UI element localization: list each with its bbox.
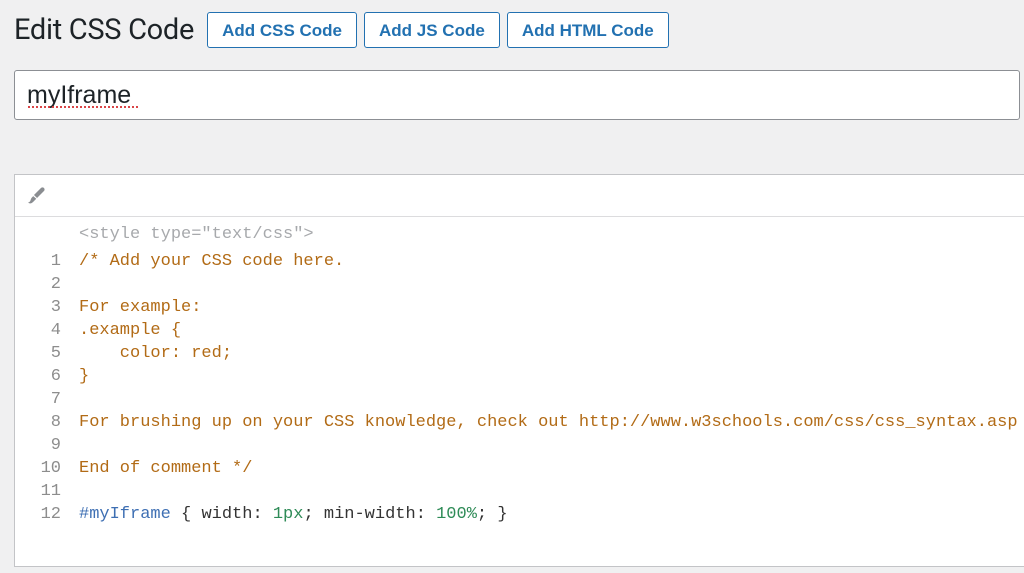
code-semicolon: ; — [477, 505, 497, 524]
code-comment: For brushing up on your CSS knowledge, c… — [79, 413, 1018, 432]
code-comment: } — [79, 367, 89, 386]
code-line: 9 — [15, 434, 1024, 457]
header-row: Edit CSS Code Add CSS Code Add JS Code A… — [14, 12, 1024, 48]
line-number: 4 — [15, 319, 71, 342]
code-rule: #myIframe { width: 1px; min-width: 100%;… — [71, 503, 508, 526]
line-number: 8 — [15, 411, 71, 434]
code-value: 1px — [273, 505, 304, 524]
code-prop: min-width — [324, 505, 416, 524]
code-brace-open: { — [171, 505, 202, 524]
title-input[interactable] — [14, 70, 1020, 120]
code-line: 3 For example: — [15, 296, 1024, 319]
code-lines: 1 /* Add your CSS code here. 2 3 For exa… — [15, 250, 1024, 526]
add-css-code-button[interactable]: Add CSS Code — [207, 12, 357, 48]
code-prop: width — [201, 505, 252, 524]
line-number: 10 — [15, 457, 71, 480]
line-number: 6 — [15, 365, 71, 388]
code-line: 12 #myIframe { width: 1px; min-width: 10… — [15, 503, 1024, 526]
code-line: 1 /* Add your CSS code here. — [15, 250, 1024, 273]
code-semicolon: ; — [303, 505, 323, 524]
code-editor[interactable]: <style type="text/css"> 1 /* Add your CS… — [15, 217, 1024, 566]
editor-toolbar — [15, 175, 1024, 217]
style-open-tag: <style type="text/css"> — [15, 225, 1024, 250]
line-number: 12 — [15, 503, 71, 526]
code-line: 10 End of comment */ — [15, 457, 1024, 480]
code-comment: For example: — [79, 298, 201, 317]
line-number: 5 — [15, 342, 71, 365]
line-number: 1 — [15, 250, 71, 273]
code-brace-close: } — [497, 505, 507, 524]
code-line: 8 For brushing up on your CSS knowledge,… — [15, 411, 1024, 434]
code-comment: .example { — [79, 321, 181, 340]
code-value: 100% — [436, 505, 477, 524]
code-colon: : — [416, 505, 436, 524]
page-title: Edit CSS Code — [14, 13, 194, 47]
paintbrush-icon[interactable] — [25, 185, 47, 207]
code-line: 2 — [15, 273, 1024, 296]
add-html-code-button[interactable]: Add HTML Code — [507, 12, 669, 48]
code-selector: #myIframe — [79, 505, 171, 524]
title-input-wrap — [14, 70, 1024, 120]
line-number: 2 — [15, 273, 71, 296]
line-number: 11 — [15, 480, 71, 503]
code-comment: End of comment */ — [79, 459, 252, 478]
code-line: 11 — [15, 480, 1024, 503]
code-comment: /* Add your CSS code here. — [79, 252, 344, 271]
code-comment: color: red; — [79, 344, 232, 363]
code-line: 5 color: red; — [15, 342, 1024, 365]
code-line: 7 — [15, 388, 1024, 411]
code-colon: : — [252, 505, 272, 524]
editor-panel: <style type="text/css"> 1 /* Add your CS… — [14, 174, 1024, 567]
code-line: 4 .example { — [15, 319, 1024, 342]
line-number: 9 — [15, 434, 71, 457]
add-js-code-button[interactable]: Add JS Code — [364, 12, 500, 48]
code-line: 6 } — [15, 365, 1024, 388]
page-root: Edit CSS Code Add CSS Code Add JS Code A… — [0, 0, 1024, 567]
line-number: 7 — [15, 388, 71, 411]
line-number: 3 — [15, 296, 71, 319]
